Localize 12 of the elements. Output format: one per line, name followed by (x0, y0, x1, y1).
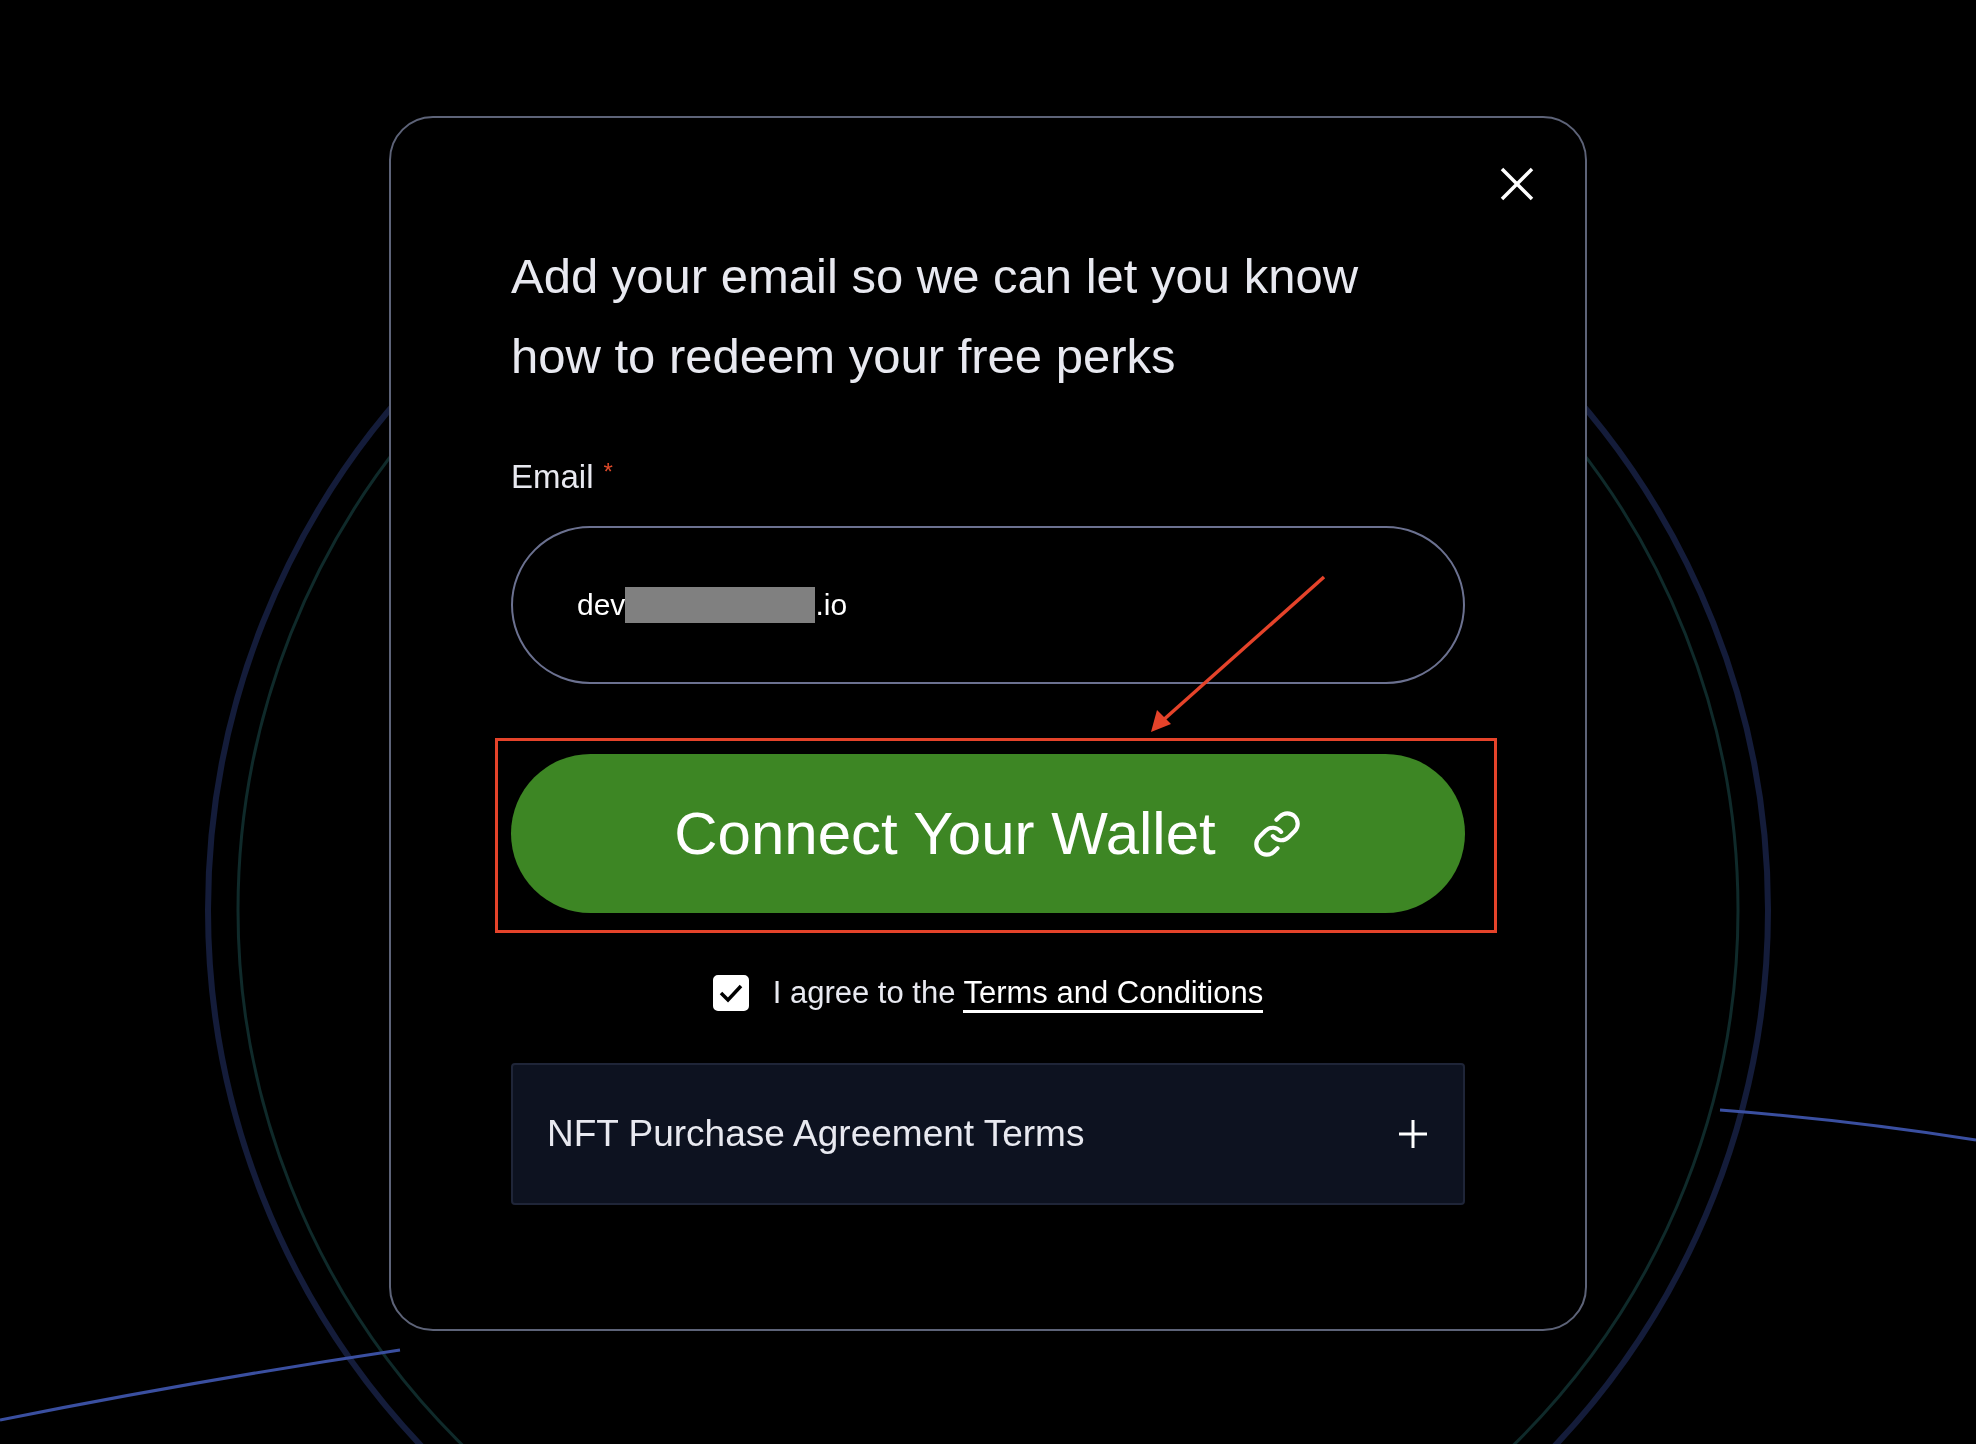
email-field[interactable]: dev .io (511, 526, 1465, 684)
email-label: Email (511, 458, 594, 496)
checkmark-icon (717, 982, 744, 1004)
agree-checkbox[interactable] (712, 975, 749, 1011)
required-marker: * (603, 458, 613, 486)
dialog-title: Add your email so we can let you know how to redeem your free perks (511, 248, 1360, 385)
agree-text: I agree to the (772, 975, 956, 1010)
terms-link[interactable]: Terms and Conditions (963, 975, 1264, 1013)
accordion-header[interactable]: NFT Purchase Agreement Terms (511, 1063, 1465, 1205)
link-icon (1251, 808, 1302, 859)
plus-icon (1397, 1118, 1429, 1150)
connect-wallet-button[interactable]: Connect Your Wallet (511, 754, 1465, 913)
